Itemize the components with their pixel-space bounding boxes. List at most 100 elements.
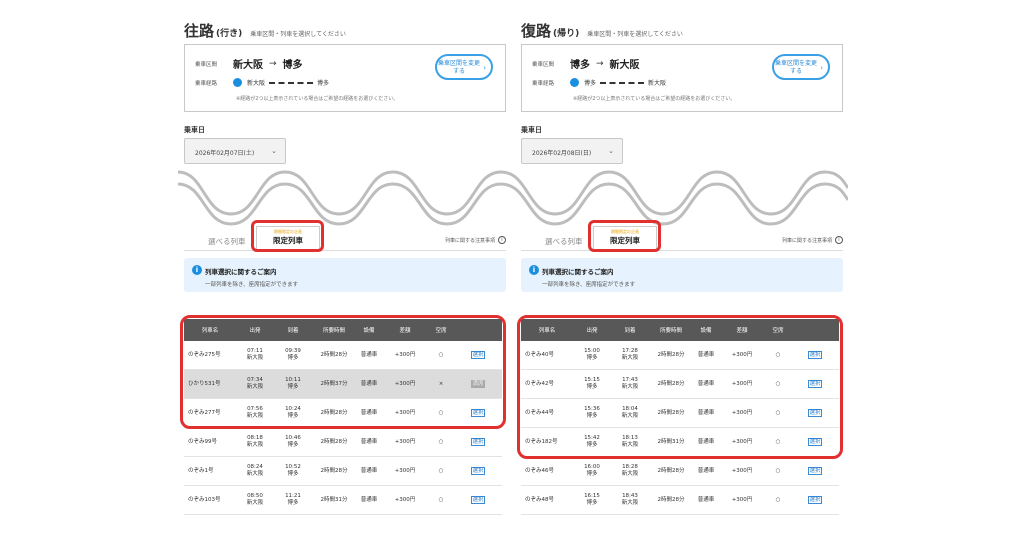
train-notes-label: 列車に関する注意事項 — [781, 237, 832, 244]
seat-availability: ○ — [438, 467, 444, 474]
radio-selected-icon[interactable] — [233, 78, 242, 87]
price-difference: +300円 — [394, 496, 416, 503]
train-notes-label: 列車に関する注意事項 — [444, 237, 495, 244]
info-title: 列車選択に関するご案内 — [205, 268, 277, 276]
info-icon: i — [835, 236, 843, 244]
date-select[interactable]: 2026年02月08日(日) ⌄ — [521, 138, 623, 164]
return-header: 復路 (帰り) 乗車区間・列車を選択してください — [521, 20, 683, 41]
route-section-row: 乗車区間 博多 → 新大阪 — [532, 56, 640, 72]
info-circle-icon: i — [529, 265, 539, 275]
arrival-station: 博多 — [287, 500, 299, 506]
car-class: 普通車 — [360, 467, 378, 474]
info-text: 一部列車を除き、座席指定ができます — [205, 282, 299, 288]
route-from: 新大阪 — [233, 60, 263, 71]
change-route-label: 乗車区間を変更する — [437, 60, 480, 75]
select-cell: 選択 — [454, 493, 502, 508]
table-row: のぞみ48号 16:15 博多 18:43 新大阪 2時間28分 普通車 +300円 ○ 選択 — [521, 486, 839, 515]
tab-divider — [184, 250, 506, 251]
page-title: 復路 — [521, 22, 552, 40]
date-label: 乗車日 — [521, 126, 542, 134]
route-to: 博多 — [282, 60, 303, 71]
line-connector — [269, 81, 314, 84]
departure-station: 博多 — [586, 500, 598, 506]
select-cell: 選択 — [454, 435, 502, 450]
change-route-button[interactable]: 乗車区間を変更する › — [435, 54, 493, 80]
page-subtitle: (行き) — [216, 29, 243, 39]
info-box: i 列車選択に関するご案内 一部列車を除き、座席指定ができます — [184, 258, 506, 292]
duration: 2時間28分 — [320, 438, 348, 445]
date-select[interactable]: 2026年02月07日(土) ⌄ — [184, 138, 286, 164]
header-note: 乗車区間・列車を選択してください — [250, 31, 346, 38]
train-notes-link[interactable]: 列車に関する注意事項 i — [445, 236, 506, 244]
route-line-row[interactable]: 乗車経路 博多 新大阪 — [532, 78, 666, 87]
price-difference: +300円 — [731, 496, 753, 503]
line-label: 乗車経路 — [532, 80, 555, 87]
departure-cell: 08:24 新大阪 — [236, 464, 274, 478]
line-connector — [600, 81, 645, 84]
car-class: 普通車 — [360, 438, 378, 445]
select-train-button[interactable]: 選択 — [471, 437, 485, 446]
departure-station: 新大阪 — [246, 500, 264, 506]
route-note: ※経路が2つ以上表示されている場合はご希望の経路をお選びください。 — [236, 96, 399, 102]
select-cell: 選択 — [791, 464, 839, 479]
page-subtitle: (帰り) — [553, 29, 580, 39]
highlight-tab-annotation — [251, 220, 324, 252]
select-train-button[interactable]: 選択 — [471, 495, 485, 504]
select-train-button[interactable]: 選択 — [808, 466, 822, 475]
car-class: 普通車 — [697, 496, 715, 503]
duration: 2時間31分 — [320, 496, 348, 503]
train-name: のぞみ99号 — [188, 438, 217, 445]
arrival-time: 18:28 — [622, 464, 638, 470]
select-train-button[interactable]: 選択 — [471, 466, 485, 475]
departure-cell: 16:00 博多 — [573, 464, 611, 478]
select-cell: 選択 — [454, 464, 502, 479]
tab-selectable-trains[interactable]: 選べる列車 — [545, 236, 583, 247]
route-note: ※経路が2つ以上表示されている場合はご希望の経路をお選びください。 — [573, 96, 736, 102]
header-note: 乗車区間・列車を選択してください — [587, 31, 683, 38]
outbound-header: 往路 (行き) 乗車区間・列車を選択してください — [184, 20, 346, 41]
route-line-row[interactable]: 乗車経路 新大阪 博多 — [195, 78, 329, 87]
arrival-cell: 18:43 新大阪 — [611, 493, 649, 507]
departure-station: 新大阪 — [246, 471, 264, 477]
line-from: 博多 — [584, 80, 597, 87]
duration: 2時間28分 — [657, 496, 685, 503]
departure-time: 08:24 — [247, 464, 263, 470]
outbound-panel: 往路 (行き) 乗車区間・列車を選択してください 乗車区間 新大阪 → 博多 乗… — [180, 0, 510, 538]
highlight-table-annotation — [180, 315, 506, 429]
info-text: 一部列車を除き、座席指定ができます — [542, 282, 636, 288]
table-row: のぞみ46号 16:00 博多 18:28 新大阪 2時間28分 普通車 +300円 ○ 選択 — [521, 457, 839, 486]
chevron-down-icon: ⌄ — [608, 147, 614, 155]
duration: 2時間28分 — [657, 467, 685, 474]
tab-divider — [521, 250, 843, 251]
train-notes-link[interactable]: 列車に関する注意事項 i — [782, 236, 843, 244]
car-class: 普通車 — [360, 496, 378, 503]
highlight-tab-annotation — [588, 220, 661, 252]
seat-availability: ○ — [438, 438, 444, 445]
price-difference: +300円 — [394, 438, 416, 445]
change-route-button[interactable]: 乗車区間を変更する › — [772, 54, 830, 80]
seat-availability: ○ — [438, 496, 444, 503]
radio-selected-icon[interactable] — [570, 78, 579, 87]
route-box: 乗車区間 博多 → 新大阪 乗車経路 博多 新大阪 ※経路が2つ以上表示されてい… — [521, 44, 843, 112]
route-box: 乗車区間 新大阪 → 博多 乗車経路 新大阪 博多 ※経路が2つ以上表示されてい… — [184, 44, 506, 112]
route-section-row: 乗車区間 新大阪 → 博多 — [195, 56, 303, 72]
departure-time: 16:00 — [584, 464, 600, 470]
section-label: 乗車区間 — [532, 61, 555, 68]
table-row: のぞみ1号 08:24 新大阪 10:52 博多 2時間28分 普通車 +300円 ○ 選択 — [184, 457, 502, 486]
train-name: のぞみ103号 — [188, 496, 221, 503]
departure-time: 16:15 — [584, 493, 600, 499]
price-difference: +300円 — [394, 467, 416, 474]
line-to: 新大阪 — [648, 80, 667, 87]
highlight-table-annotation — [517, 315, 843, 459]
arrival-time: 11:21 — [285, 493, 301, 499]
route-to: 新大阪 — [609, 60, 640, 71]
arrival-station: 博多 — [287, 471, 299, 477]
select-train-button[interactable]: 選択 — [808, 495, 822, 504]
arrival-time: 10:52 — [285, 464, 301, 470]
chevron-down-icon: ⌄ — [271, 147, 277, 155]
departure-cell: 16:15 博多 — [573, 493, 611, 507]
info-icon: i — [498, 236, 506, 244]
tab-selectable-trains[interactable]: 選べる列車 — [208, 236, 246, 247]
table-row: のぞみ103号 08:50 新大阪 11:21 博多 2時間31分 普通車 +300円 ○ 選択 — [184, 486, 502, 515]
section-label: 乗車区間 — [195, 61, 218, 68]
